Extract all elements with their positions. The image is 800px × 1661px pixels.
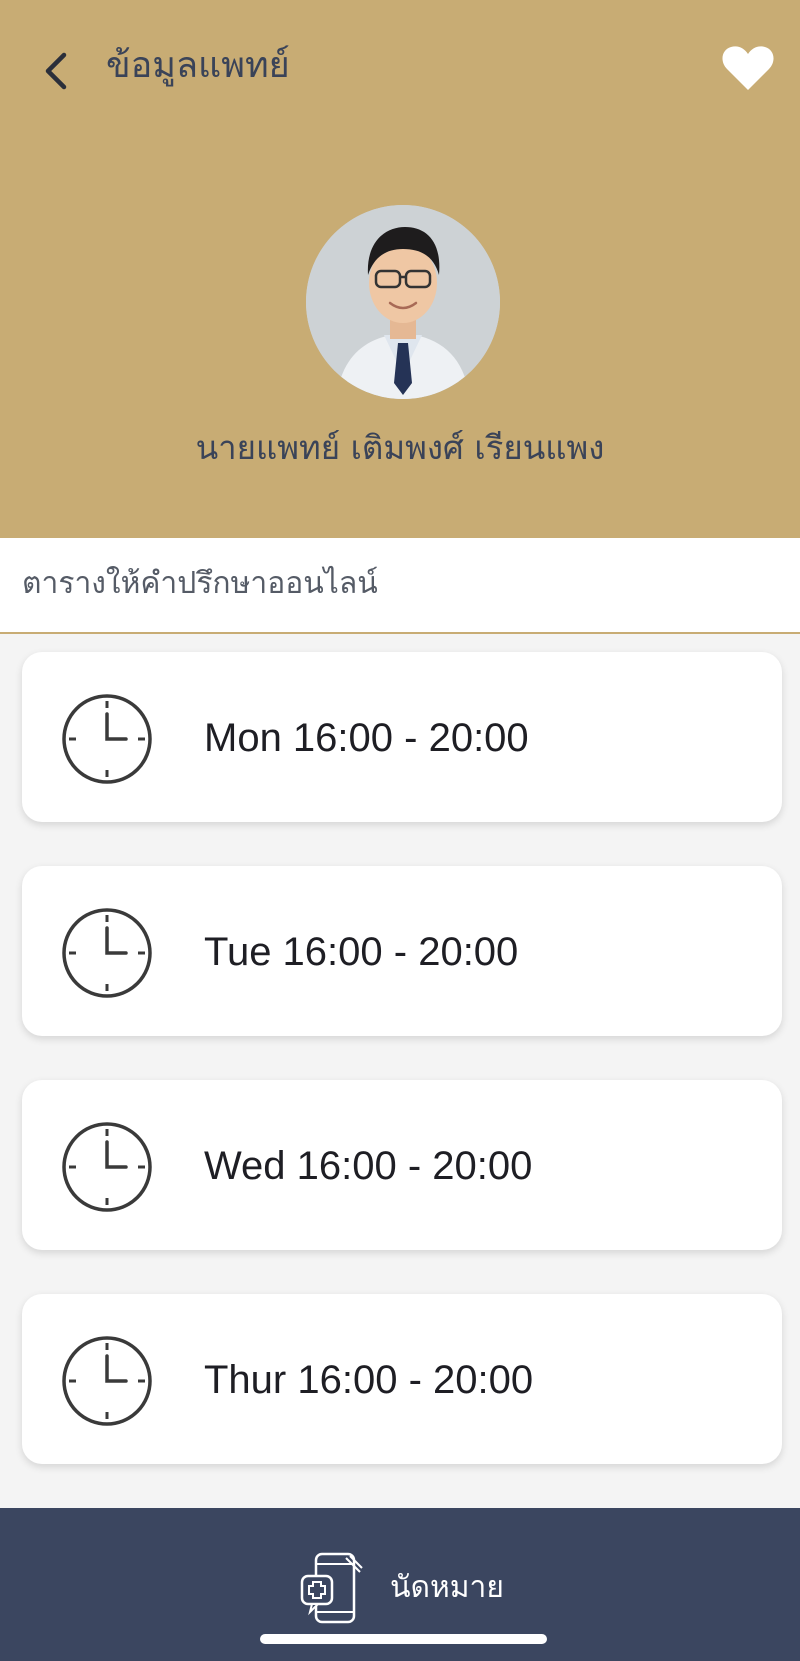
clock-icon xyxy=(62,1336,152,1426)
doctor-header: ข้อมูลแพทย์ นายแพทย์ เติมพงศ์ เรียนแพง xyxy=(0,0,800,538)
doctor-name: นายแพทย์ เติมพงศ์ เรียนแพง xyxy=(195,428,605,467)
schedule-time: Thur 16:00 - 20:00 xyxy=(204,1358,534,1402)
appointment-label: นัดหมาย xyxy=(390,1570,504,1605)
schedule-card-thur[interactable]: Thur 16:00 - 20:00 xyxy=(22,1294,782,1464)
heart-icon xyxy=(722,46,774,90)
phone-medical-icon xyxy=(300,1552,363,1624)
schedule-time: Wed 16:00 - 20:00 xyxy=(204,1144,533,1188)
appointment-button[interactable]: นัดหมาย xyxy=(300,1548,520,1628)
schedule-time: Mon 16:00 - 20:00 xyxy=(204,716,529,760)
doctor-info-screen: ข้อมูลแพทย์ นายแพทย์ เติมพงศ์ เรียนแพง ต… xyxy=(0,0,800,1661)
doctor-photo xyxy=(306,205,500,399)
schedule-section-header: ตารางให้คำปรึกษาออนไลน์ xyxy=(0,538,800,634)
home-indicator[interactable] xyxy=(260,1634,547,1644)
chevron-left-icon xyxy=(45,52,67,90)
clock-icon xyxy=(62,1122,152,1212)
clock-icon xyxy=(62,908,152,998)
schedule-card-wed[interactable]: Wed 16:00 - 20:00 xyxy=(22,1080,782,1250)
schedule-time: Tue 16:00 - 20:00 xyxy=(204,930,519,974)
clock-icon xyxy=(62,694,152,784)
doctor-avatar xyxy=(306,205,500,399)
favorite-button[interactable] xyxy=(718,40,778,96)
page-title: ข้อมูลแพทย์ xyxy=(106,45,290,86)
back-button[interactable] xyxy=(36,46,76,96)
schedule-card-mon[interactable]: Mon 16:00 - 20:00 xyxy=(22,652,782,822)
schedule-card-tue[interactable]: Tue 16:00 - 20:00 xyxy=(22,866,782,1036)
schedule-title: ตารางให้คำปรึกษาออนไลน์ xyxy=(22,566,378,601)
